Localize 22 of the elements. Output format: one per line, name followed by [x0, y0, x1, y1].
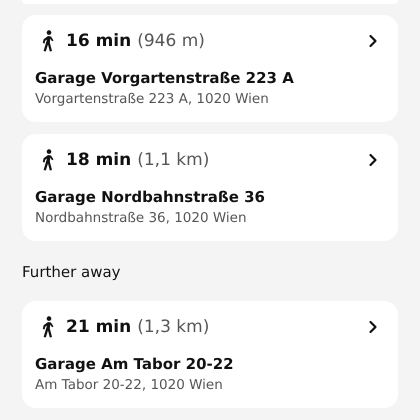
garage-name: Garage Nordbahnstraße 36: [35, 187, 266, 208]
walking-person-icon: [40, 149, 56, 171]
garage-card[interactable]: 21 min (1,3 km) Garage Am Tabor 20-22 Am Tabor 20-22, 1020 Wien: [22, 301, 398, 408]
chevron-right-icon: [368, 320, 378, 334]
walking-time: 16 min: [66, 31, 132, 51]
garage-card[interactable]: 18 min (1,1 km) Garage Nordbahnstraße 36 Nordbahnstraße 36, 1020 Wien: [22, 134, 398, 241]
section-heading: Further away: [22, 262, 122, 283]
garage-address: Nordbahnstraße 36, 1020 Wien: [35, 209, 248, 228]
garage-address: Vorgartenstraße 223 A, 1020 Wien: [35, 90, 270, 109]
garage-name: Garage Am Tabor 20-22: [35, 354, 235, 375]
garage-card[interactable]: 16 min (946 m) Garage Vorgartenstraße 223 A Vorgartenstraße 223 A, 1020 Wien: [22, 15, 398, 122]
walking-time: 21 min: [66, 317, 132, 337]
walking-time: 18 min: [66, 150, 132, 170]
distance: (946 m): [137, 31, 205, 51]
chevron-right-icon: [368, 153, 378, 167]
garage-address: Am Tabor 20-22, 1020 Wien: [35, 376, 224, 395]
walking-person-icon: [40, 316, 56, 338]
walking-person-icon: [40, 30, 56, 52]
chevron-right-icon: [368, 34, 378, 48]
distance: (1,1 km): [137, 150, 210, 170]
distance: (1,3 km): [137, 317, 210, 337]
garage-name: Garage Vorgartenstraße 223 A: [35, 68, 295, 89]
